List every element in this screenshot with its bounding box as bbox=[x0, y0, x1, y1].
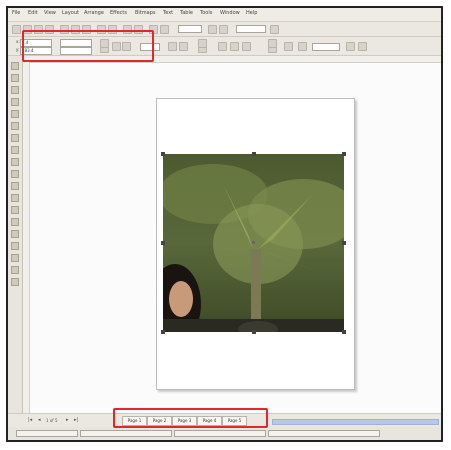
status-field-4 bbox=[268, 430, 380, 437]
menu-text[interactable]: Text bbox=[163, 10, 173, 16]
snap-to-icon[interactable] bbox=[208, 25, 217, 34]
first-page-icon[interactable]: |◂ bbox=[28, 417, 32, 423]
to-front-icon[interactable] bbox=[230, 42, 239, 51]
outline-width-field[interactable] bbox=[312, 43, 340, 51]
help-icon[interactable] bbox=[270, 25, 279, 34]
align-icon-2[interactable] bbox=[198, 47, 207, 53]
pick-tool-icon[interactable] bbox=[11, 62, 19, 70]
basic-shapes-tool-icon[interactable] bbox=[11, 170, 19, 178]
to-back-icon[interactable] bbox=[242, 42, 251, 51]
y-label: y: bbox=[16, 47, 20, 52]
next-page-icon[interactable]: ▸ bbox=[66, 417, 69, 423]
selection-handle-tr[interactable] bbox=[342, 152, 346, 156]
wrap-text-icon[interactable] bbox=[218, 42, 227, 51]
zoom-level-field[interactable] bbox=[178, 25, 202, 33]
menu-edit[interactable]: Edit bbox=[28, 10, 38, 16]
outline-icon[interactable] bbox=[346, 42, 355, 51]
polygon-tool-icon[interactable] bbox=[11, 158, 19, 166]
page-counter: 1 of 5 bbox=[46, 418, 58, 423]
eyedropper-tool-icon[interactable] bbox=[11, 242, 19, 250]
freehand-tool-icon[interactable] bbox=[11, 110, 19, 118]
table-tool-icon[interactable] bbox=[11, 194, 19, 202]
new-file-icon[interactable] bbox=[12, 25, 21, 34]
selection-handle-bl[interactable] bbox=[161, 330, 165, 334]
menu-table[interactable]: Table bbox=[180, 10, 193, 16]
blend-tool-icon[interactable] bbox=[11, 230, 19, 238]
selection-handle-bc[interactable] bbox=[252, 330, 256, 334]
highlight-property-fields bbox=[22, 30, 154, 62]
status-field-3 bbox=[174, 430, 266, 437]
selection-handle-br[interactable] bbox=[342, 330, 346, 334]
status-field-2 bbox=[80, 430, 172, 437]
menu-arrange[interactable]: Arrange bbox=[84, 10, 104, 16]
menu-layout[interactable]: Layout bbox=[62, 10, 79, 16]
toolbox bbox=[8, 56, 23, 416]
smart-fill-tool-icon[interactable] bbox=[11, 122, 19, 130]
highlight-page-tabs bbox=[113, 408, 268, 428]
ellipse-tool-icon[interactable] bbox=[11, 146, 19, 154]
mirror-horizontal-icon[interactable] bbox=[168, 42, 177, 51]
app-window: File Edit View Layout Arrange Effects Bi… bbox=[6, 6, 443, 442]
center-marker bbox=[252, 241, 255, 244]
last-page-icon[interactable]: ▸| bbox=[74, 417, 78, 423]
zoom-tool-icon[interactable] bbox=[11, 98, 19, 106]
mirror-vertical-icon[interactable] bbox=[179, 42, 188, 51]
horizontal-scrollbar[interactable] bbox=[272, 419, 439, 425]
fill-tool-icon[interactable] bbox=[11, 266, 19, 274]
prev-page-icon[interactable]: ◂ bbox=[38, 417, 41, 423]
menu-effects[interactable]: Effects bbox=[110, 10, 127, 16]
menu-view[interactable]: View bbox=[44, 10, 56, 16]
text-tool-icon[interactable] bbox=[11, 182, 19, 190]
selection-handle-ml[interactable] bbox=[161, 241, 165, 245]
options-icon[interactable] bbox=[219, 25, 228, 34]
trace-bitmap-icon[interactable] bbox=[268, 47, 277, 53]
menu-tools[interactable]: Tools bbox=[200, 10, 212, 16]
menu-file[interactable]: File bbox=[12, 10, 20, 16]
welcome-icon[interactable] bbox=[160, 25, 169, 34]
vertical-ruler bbox=[23, 62, 30, 413]
status-field-1 bbox=[16, 430, 78, 437]
selection-handle-tl[interactable] bbox=[161, 152, 165, 156]
interactive-fill-tool-icon[interactable] bbox=[11, 278, 19, 286]
selection-handle-mr[interactable] bbox=[342, 241, 346, 245]
resample-icon[interactable] bbox=[298, 42, 307, 51]
crop-tool-icon[interactable] bbox=[11, 86, 19, 94]
snap-dropdown[interactable] bbox=[236, 25, 266, 33]
color-icon[interactable] bbox=[358, 42, 367, 51]
outline-tool-icon[interactable] bbox=[11, 254, 19, 262]
crop-icon[interactable] bbox=[284, 42, 293, 51]
connector-tool-icon[interactable] bbox=[11, 218, 19, 226]
status-bar bbox=[8, 427, 441, 440]
menu-help[interactable]: Help bbox=[246, 10, 257, 16]
dimension-tool-icon[interactable] bbox=[11, 206, 19, 214]
menu-bitmaps[interactable]: Bitmaps bbox=[135, 10, 156, 16]
shape-tool-icon[interactable] bbox=[11, 74, 19, 82]
menu-window[interactable]: Window bbox=[220, 10, 240, 16]
selection-handle-tc[interactable] bbox=[252, 152, 256, 156]
rectangle-tool-icon[interactable] bbox=[11, 134, 19, 142]
menu-bar: File Edit View Layout Arrange Effects Bi… bbox=[8, 8, 441, 22]
